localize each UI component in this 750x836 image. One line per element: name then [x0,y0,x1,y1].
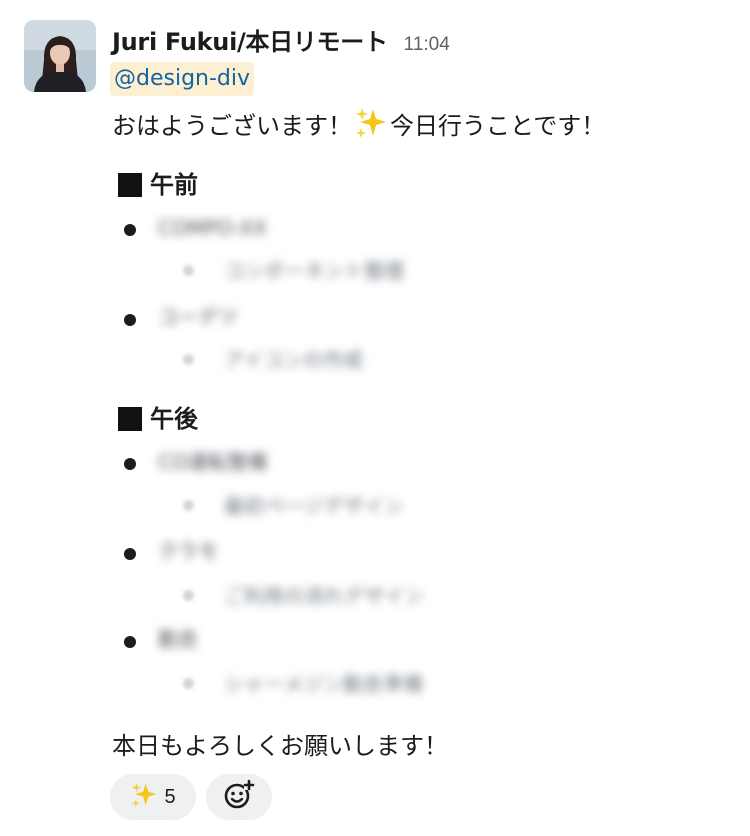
black-square-icon [118,173,142,197]
greeting-text-before: おはようございます！ [112,112,352,140]
sub-list-item: ご利用の流れデザイン [224,584,424,608]
bullet-icon [124,224,136,236]
greeting-line: おはようございます！ 今日行うことです！ [112,106,605,144]
section-heading-text: 午前 [150,171,198,199]
section-heading-afternoon: 午後 [118,402,198,436]
list-item: 勤怠 [158,627,198,651]
sub-list-item: コンポーネント整理 [224,259,404,283]
bullet-icon [124,458,136,470]
sub-bullet-icon [184,355,193,364]
user-group-mention[interactable]: @design-div [110,62,255,96]
sub-list-item: 最初ページデザイン [224,494,404,518]
sub-bullet-icon [184,679,193,688]
sparkles-emoji-icon [354,106,388,140]
sparkles-reaction-button[interactable]: 5 [110,774,196,820]
bullet-icon [124,314,136,326]
section-heading-text: 午後 [150,405,198,433]
sub-bullet-icon [184,501,193,510]
add-reaction-button[interactable] [206,774,272,820]
sub-bullet-icon [184,266,193,275]
sender-name[interactable]: Juri Fukui/本日リモート [112,22,388,57]
list-item: コーデツ [158,305,238,329]
list-item: COMPO-XX [158,216,267,240]
message-header: Juri Fukui/本日リモート 11:04 [112,22,450,56]
greeting-text-after: 今日行うことです！ [390,112,606,140]
sub-list-item: シャーメジン勤怠準備 [224,672,424,696]
add-reaction-icon [222,778,256,816]
black-square-icon [118,407,142,431]
sub-bullet-icon [184,591,193,600]
list-item: クラモ [158,539,218,563]
sub-list-item: アイコンの作成 [224,348,363,372]
message-timestamp[interactable]: 11:04 [404,34,450,56]
bullet-icon [124,548,136,560]
reaction-count: 5 [164,785,176,808]
sparkles-emoji-icon [130,781,158,813]
user-avatar[interactable] [24,20,96,92]
closing-line: 本日もよろしくお願いします！ [112,732,448,760]
reaction-bar: 5 [110,774,272,820]
list-item: CO運転整備 [158,450,268,474]
bullet-icon [124,636,136,648]
section-heading-morning: 午前 [118,168,198,202]
